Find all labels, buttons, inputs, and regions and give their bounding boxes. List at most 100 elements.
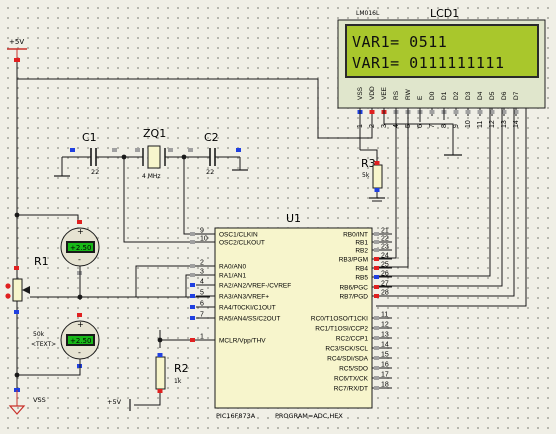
u1-right-pin-name: RC7/RX/DT (334, 386, 368, 393)
vss-terminal-bottom[interactable]: VSS (8, 388, 46, 415)
schematic-canvas[interactable]: +5V VSS LM016L LCD1 VAR1= 0511 VAR1= 011… (0, 0, 556, 434)
vdd-r2-label: +5V (107, 398, 122, 406)
r1-value: 50k (33, 331, 45, 338)
junction-dot (121, 154, 127, 160)
u1-right-pin-state (374, 248, 379, 252)
u1-left-pin-state (190, 264, 195, 268)
resistor-r3[interactable]: R3 5k (361, 157, 383, 192)
u1-left-pin-number: 1 (200, 334, 204, 341)
u1-right-pin-number: 17 (381, 372, 389, 379)
potentiometer-r1[interactable]: R1 50k <TEXT> (5, 255, 56, 348)
u1-right-pin-name: RC2/CCP1 (336, 336, 369, 343)
u1-left-pin-name: RA1/AN1 (219, 273, 246, 280)
u1-right-pin-state (374, 285, 379, 289)
u1-left-pin-number: 2 (200, 260, 204, 267)
r1-text: <TEXT> (31, 341, 56, 348)
u1-left-pin-name: OSC1/CLKIN (219, 232, 258, 239)
lcd-pin-name: D7 (513, 91, 520, 100)
u1-left-pin-number: 3 (200, 269, 204, 276)
lcd-pin-number: 7 (429, 124, 436, 128)
u1-right-pin-state (374, 336, 379, 340)
lcd-line-1: VAR1= 0511 (352, 33, 447, 51)
lcd-pin-name: D1 (441, 91, 448, 100)
lcd-pin-name: D0 (429, 91, 436, 100)
u1-right-pin-name: RC6/TX/CK (334, 376, 369, 383)
u1-right-pin-number: 11 (381, 312, 388, 319)
c2-label: C2 (204, 131, 219, 144)
u1-right-pin-name: RB7/PGD (339, 294, 368, 301)
crystal-zq1[interactable]: ZQ1 4 MHz (135, 127, 173, 180)
u1-right-pin-state (374, 326, 379, 330)
u1-right-pin-state (374, 376, 379, 380)
wire-meter-top (17, 214, 79, 224)
u1-right-pin-state (374, 386, 379, 390)
lcd-line-2: VAR1= 0111111111 (352, 54, 505, 72)
junction-dot (181, 154, 187, 160)
svg-text:-: - (78, 348, 81, 357)
resistor-r2[interactable]: R2 1k (155, 353, 189, 393)
u1-right-pin-number: 25 (381, 262, 389, 269)
c1-label: C1 (82, 131, 97, 144)
u1-right-pin-name: RC0/T1OSO/T1CKI (311, 316, 368, 323)
lcd-pin-name: RW (405, 88, 412, 100)
u1-left-pin-state (190, 283, 195, 287)
u1-right-pin-name: RC5/SDO (339, 366, 368, 373)
u1-left-pin-name: RA4/T0CKI/C1OUT (219, 305, 276, 312)
u1-left-pin-state (190, 232, 195, 236)
r2-label: R2 (174, 362, 189, 375)
u1-right-pin-name: RB6/PGC (339, 285, 368, 292)
wire-meter-bottom (17, 359, 81, 376)
u1-right-pin-state (374, 232, 379, 236)
lcd-pin-name: RS (393, 90, 400, 100)
u1-left-pin-name: MCLR/Vpp/THV (219, 338, 266, 345)
u1-left-pin-state (190, 273, 195, 277)
lcd-pin-state (453, 110, 459, 114)
lcd-pin-number: 10 (465, 120, 472, 128)
capacitor-c1[interactable]: C1 22 (70, 131, 117, 176)
lcd-pin-number: 3 (381, 124, 388, 128)
vdd-terminal-top[interactable]: +5V (7, 38, 27, 62)
lcd-pin-state (477, 110, 483, 114)
r3-value: 5k (362, 172, 370, 179)
r2-value: 1k (174, 378, 182, 385)
lcd-pin-name: D3 (465, 91, 472, 100)
lcd-pin-name: VEE (381, 86, 388, 100)
u1-left-pin-state (190, 316, 195, 320)
lcd-pin-state (465, 110, 471, 114)
svg-text:+: + (77, 227, 84, 236)
capacitor-c2[interactable]: C2 22 (188, 131, 241, 176)
lcd-pin-name: D5 (489, 91, 496, 100)
u1-right-pin-number: 18 (381, 382, 389, 389)
c2-value: 22 (206, 168, 214, 176)
u1-right-pin-number: 13 (381, 332, 389, 339)
u1-left-pin-number: 10 (200, 236, 208, 243)
lcd-part-label: LM016L (356, 10, 380, 17)
ground-symbol-r3 (369, 197, 385, 202)
u1-right-pin-state (374, 257, 379, 261)
u1-right-pin-number: 27 (381, 281, 389, 288)
u1-right-pin-number: 26 (381, 271, 389, 278)
lcd-pin-number: 11 (477, 121, 484, 128)
lcd-pin-name: D6 (501, 91, 508, 100)
u1-right-pin-number: 24 (381, 253, 389, 260)
wire-d6-rb6 (376, 108, 515, 297)
wire-osc2 (123, 157, 210, 243)
lcd-pin-state (369, 110, 375, 114)
u1-left-pin-number: 9 (200, 228, 204, 235)
u1-left-pin-number: 4 (200, 279, 204, 286)
pot-up-button[interactable] (5, 283, 11, 289)
wire-r2-vdd (134, 393, 161, 406)
vdd-terminal-r2[interactable]: +5V (107, 398, 131, 411)
u1-left-pin-number: 6 (200, 301, 204, 308)
vdd-top-label: +5V (9, 38, 24, 46)
microcontroller-u1[interactable]: U1 OSC1/CLKIN 9 OSC2/CLKOUT 10 RA0/AN0 2 RA1/A… (190, 212, 392, 420)
u1-right-pin-state (374, 240, 379, 244)
c1-value: 22 (91, 168, 99, 176)
u1-left-pin-state (190, 294, 195, 298)
u1-right-pin-number: 12 (381, 322, 389, 329)
wire-an1 (185, 274, 210, 297)
lcd-pin-name: D4 (477, 91, 484, 100)
voltmeter-bottom-reading: +2.50 (70, 337, 91, 345)
pot-down-button[interactable] (5, 293, 11, 299)
junction-dot (157, 337, 163, 343)
